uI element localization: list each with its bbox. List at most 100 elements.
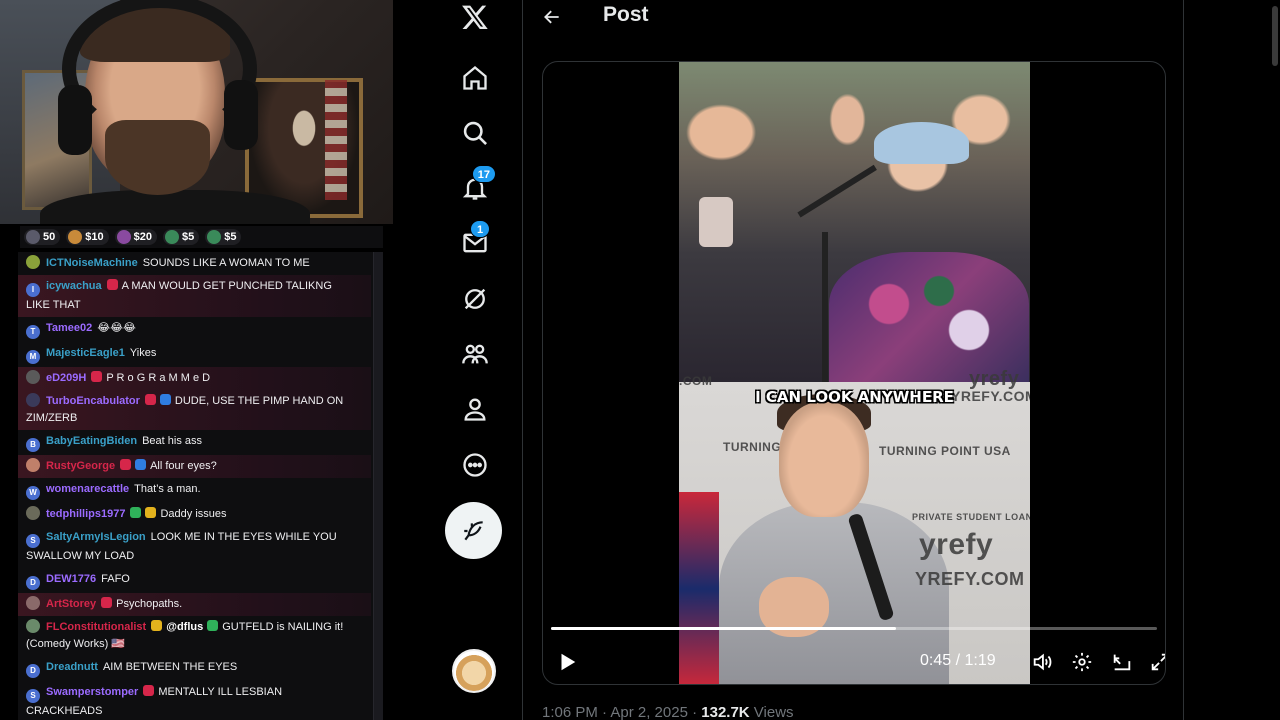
chat-badge-icon [106, 279, 118, 290]
streamer-shirt [40, 190, 310, 224]
live-chat[interactable]: ICTNoiseMachine SOUNDS LIKE A WOMAN TO ME… [18, 252, 383, 720]
chat-avatar[interactable] [26, 370, 40, 384]
chat-message-text: That’s a man. [134, 483, 201, 495]
notifications-bell-icon[interactable]: 17 [450, 163, 500, 213]
profile-icon[interactable] [450, 384, 500, 434]
chat-avatar[interactable]: T [26, 325, 40, 339]
chat-username[interactable]: DEW1776 [46, 573, 96, 585]
chat-avatar[interactable]: D [26, 664, 40, 678]
chat-username[interactable]: BabyEatingBiden [46, 435, 137, 447]
compose-post-button[interactable] [445, 502, 502, 559]
communities-icon[interactable] [450, 329, 500, 379]
chat-username[interactable]: womenarecattle [46, 483, 129, 495]
character-icon [116, 230, 131, 244]
headphone-earcup-right [224, 80, 258, 150]
video-progress-bar[interactable] [551, 627, 1157, 630]
volume-button[interactable] [1028, 648, 1056, 676]
backdrop-private-student: PRIVATE STUDENT LOAN RELIEF [912, 512, 1030, 522]
post-views-label: Views [749, 704, 794, 720]
crowd-phone [699, 197, 733, 247]
chat-username[interactable]: tedphillips1977 [46, 508, 125, 520]
tip-item: $10 [66, 229, 109, 245]
chat-badge-icon [151, 620, 163, 631]
chat-message-text: Psychopaths. [116, 598, 183, 610]
chat-avatar[interactable]: S [26, 689, 40, 703]
post-timestamp[interactable]: 1:06 PM · Apr 2, 2025 · [542, 704, 701, 720]
grok-icon[interactable] [450, 274, 500, 324]
more-options-icon[interactable] [450, 440, 500, 490]
chat-badge-icon [130, 507, 142, 518]
chat-username[interactable]: ICTNoiseMachine [46, 257, 138, 269]
backdrop-yrefy-com: YREFY.COM [915, 569, 1025, 589]
chat-avatar[interactable]: B [26, 438, 40, 452]
chat-username[interactable]: Swamperstomper [46, 686, 138, 698]
chat-message: eD209H P R o G R a M M e D [18, 367, 371, 390]
chat-message: B BabyEatingBiden Beat his ass [18, 430, 371, 455]
chat-username[interactable]: MajesticEagle1 [46, 347, 125, 359]
chat-message: T Tamee02 😂😂😂 [18, 317, 371, 342]
chat-message-text: P R o G R a M M e D [106, 372, 211, 384]
x-logo-icon[interactable] [450, 0, 500, 42]
chat-avatar[interactable]: M [26, 350, 40, 364]
chat-avatar[interactable] [26, 596, 40, 610]
chat-message: S SaltyArmyIsLegion LOOK ME IN THE EYES WH… [18, 526, 371, 568]
chat-username[interactable]: ArtStorey [46, 598, 96, 610]
post-metadata: 1:06 PM · Apr 2, 2025 · 132.7K Views [542, 704, 794, 720]
headphone-earcup-left [58, 85, 92, 155]
play-icon [561, 653, 576, 671]
video-caption: I CAN LOOK ANYWHERE [755, 388, 954, 406]
picture-in-picture-button[interactable] [1108, 648, 1136, 676]
account-avatar[interactable] [452, 649, 496, 693]
chat-username[interactable]: icywachua [46, 280, 102, 292]
messages-envelope-icon[interactable]: 1 [450, 218, 500, 268]
video-controls: 0:45 / 1:19 [543, 644, 1165, 680]
chat-avatar[interactable] [26, 393, 40, 407]
chat-message: D DEW1776 FAFO [18, 568, 371, 593]
page-scrollbar-thumb[interactable] [1272, 6, 1278, 66]
tip-amount: $5 [181, 231, 195, 243]
chat-username[interactable]: Tamee02 [46, 322, 92, 334]
page-scrollbar[interactable] [1270, 0, 1280, 720]
chat-scrollbar[interactable] [373, 252, 383, 720]
play-button[interactable] [553, 648, 581, 676]
chat-badge-icon [120, 459, 132, 470]
tip-item: $20 [114, 229, 157, 245]
messages-count-badge: 1 [470, 220, 490, 238]
chat-username[interactable]: eD209H [46, 372, 86, 384]
chat-avatar[interactable] [26, 458, 40, 472]
fullscreen-button[interactable] [1146, 648, 1165, 676]
chat-username[interactable]: TurboEncabulator [46, 395, 140, 407]
post-header: Post [523, 0, 1185, 36]
home-icon[interactable] [450, 53, 500, 103]
back-arrow-button[interactable] [535, 2, 569, 32]
chat-message-list: ICTNoiseMachine SOUNDS LIKE A WOMAN TO ME… [18, 252, 383, 720]
chat-username[interactable]: FLConstitutionalist [46, 621, 146, 633]
chat-message-text: 😂😂😂 [97, 322, 136, 334]
chat-avatar[interactable] [26, 506, 40, 520]
chat-avatar[interactable]: D [26, 576, 40, 590]
search-icon[interactable] [450, 108, 500, 158]
chat-message-text: AIM BETWEEN THE EYES [102, 661, 238, 673]
chat-avatar[interactable]: S [26, 534, 40, 548]
chat-message-text: SOUNDS LIKE A WOMAN TO ME [142, 257, 310, 269]
chat-username[interactable]: SaltyArmyIsLegion [46, 531, 146, 543]
x-sidebar: 17 1 [440, 0, 510, 720]
settings-button[interactable] [1068, 648, 1096, 676]
chat-avatar[interactable] [26, 255, 40, 269]
video-frame[interactable]: .COM yrefy YREFY.COM TURNING POINT TURNI… [679, 62, 1030, 684]
chat-avatar[interactable]: W [26, 486, 40, 500]
chat-avatar[interactable]: I [26, 283, 40, 297]
student-floral-shirt [829, 252, 1029, 382]
mic-boom [797, 164, 877, 218]
chat-username[interactable]: Dreadnutt [46, 661, 98, 673]
mic-stand [822, 232, 828, 382]
chat-badge-icon [159, 394, 171, 405]
chat-message-text: Beat his ass [142, 435, 202, 447]
chat-mention[interactable]: @dflus [166, 621, 203, 633]
video-player[interactable]: .COM yrefy YREFY.COM TURNING POINT TURNI… [542, 61, 1166, 685]
chat-avatar[interactable] [26, 619, 40, 633]
tree-icon [207, 230, 222, 244]
notifications-count-badge: 17 [471, 165, 496, 183]
chat-message: TurboEncabulator DUDE, USE THE PIMP HAND … [18, 390, 371, 430]
chat-username[interactable]: RustyGeorge [46, 460, 115, 472]
